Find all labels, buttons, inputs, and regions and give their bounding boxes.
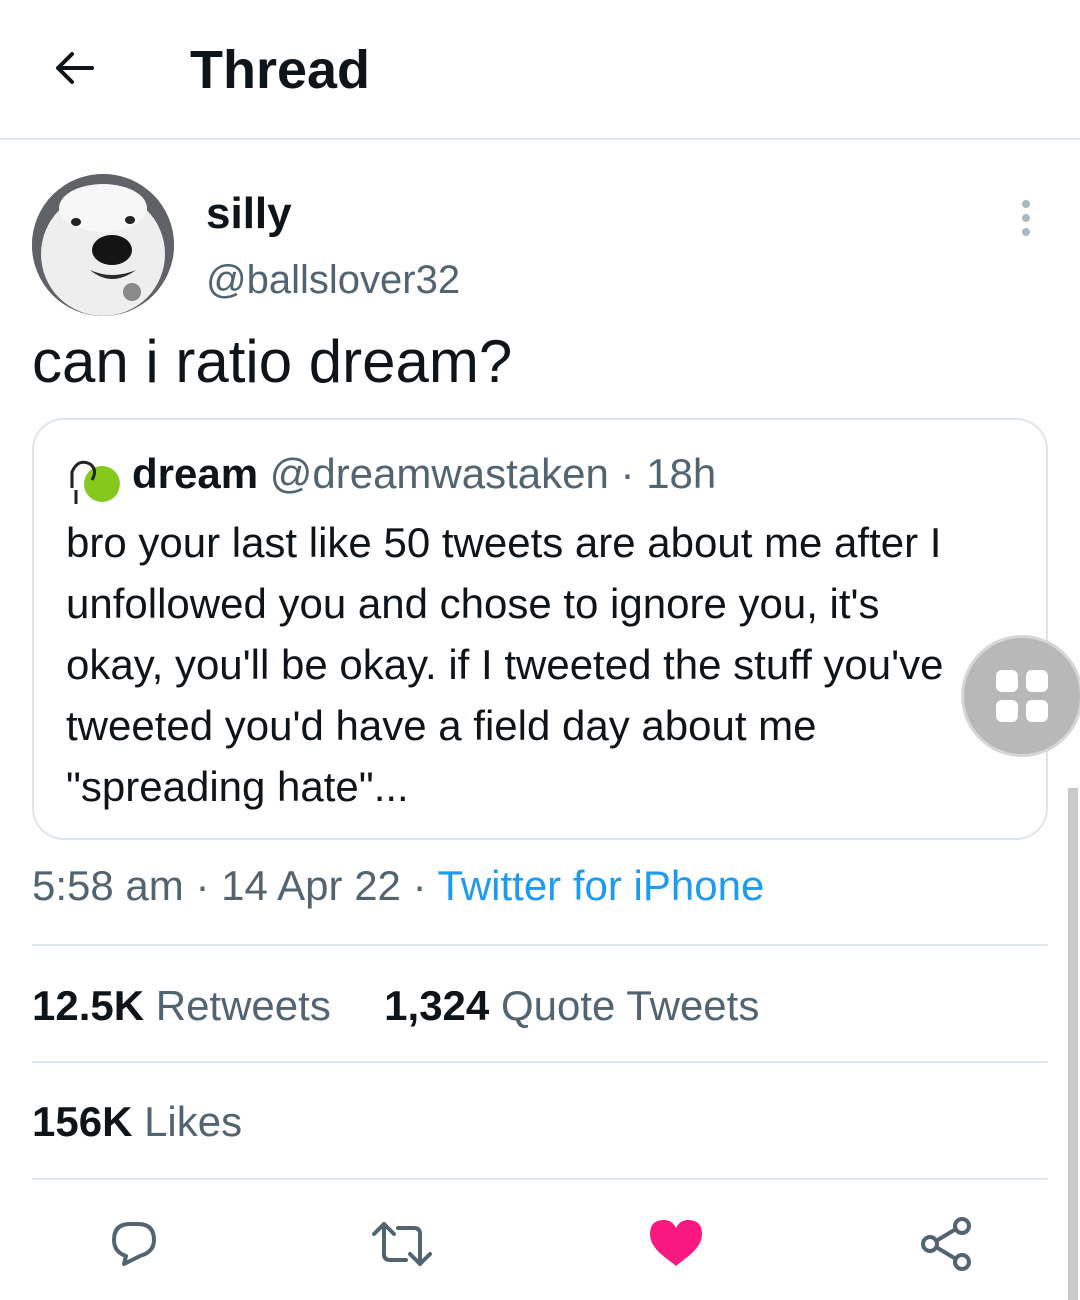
like-button[interactable]: [646, 1214, 706, 1274]
more-options-button[interactable]: [1010, 196, 1042, 240]
meta-separator: ·: [412, 862, 438, 909]
divider: [32, 1061, 1048, 1063]
avatar[interactable]: [32, 174, 174, 316]
author-handle[interactable]: @ballslover32: [206, 256, 460, 304]
dream-logo-icon: [64, 454, 120, 510]
retweet-icon: [372, 1222, 432, 1266]
likes-stat[interactable]: 156K Likes: [32, 1096, 242, 1148]
quote-author-name[interactable]: dream: [132, 450, 258, 497]
divider: [32, 1178, 1048, 1180]
page-title: Thread: [190, 40, 371, 100]
share-icon: [921, 1217, 971, 1271]
retweet-button[interactable]: [372, 1214, 432, 1274]
tweet-metadata: 5:58 am · 14 Apr 22 · Twitter for iPhone: [32, 860, 764, 912]
reply-icon: [112, 1222, 156, 1266]
dog-avatar-image: [32, 174, 174, 316]
quote-separator: ·: [620, 450, 647, 497]
divider: [32, 944, 1048, 946]
quote-tweets-count: 1,324: [384, 982, 490, 1029]
likes-count: 156K: [32, 1098, 133, 1145]
quote-time: 18h: [646, 450, 717, 497]
share-button[interactable]: [916, 1214, 976, 1274]
top-bar: Thread: [0, 0, 1080, 140]
like-icon: [650, 1220, 702, 1266]
quoted-tweet-card[interactable]: dream @dreamwastaken · 18h bro your last…: [32, 418, 1048, 840]
likes-label: Likes: [132, 1098, 243, 1145]
quote-avatar[interactable]: [64, 454, 120, 510]
reply-button[interactable]: [104, 1214, 164, 1274]
more-vertical-icon: [1022, 200, 1030, 236]
grid-icon: [996, 670, 1048, 722]
meta-separator: ·: [195, 862, 222, 909]
tweet-date: 14 Apr 22: [221, 862, 401, 909]
back-button[interactable]: [44, 38, 104, 98]
arrow-left-icon: [56, 52, 94, 84]
quote-header: dream @dreamwastaken · 18h: [132, 448, 716, 500]
retweets-label: Retweets: [144, 982, 331, 1029]
tweet-source-link[interactable]: Twitter for iPhone: [437, 862, 764, 909]
floating-assistive-button[interactable]: [964, 638, 1080, 754]
tweet-text: can i ratio dream?: [32, 328, 513, 395]
scrollbar[interactable]: [1068, 788, 1078, 1300]
tweet-time: 5:58 am: [32, 862, 184, 909]
retweets-count: 12.5K: [32, 982, 145, 1029]
quote-text: bro your last like 50 tweets are about m…: [66, 519, 944, 810]
quote-tweets-label: Quote Tweets: [489, 982, 760, 1029]
quote-author-handle[interactable]: @dreamwastaken: [270, 450, 609, 497]
author-name[interactable]: silly: [206, 188, 292, 240]
retweet-stats-row: 12.5K Retweets 1,324 Quote Tweets: [32, 980, 759, 1032]
retweets-stat[interactable]: 12.5K Retweets: [32, 982, 343, 1029]
quote-tweets-stat[interactable]: 1,324 Quote Tweets: [384, 982, 759, 1029]
